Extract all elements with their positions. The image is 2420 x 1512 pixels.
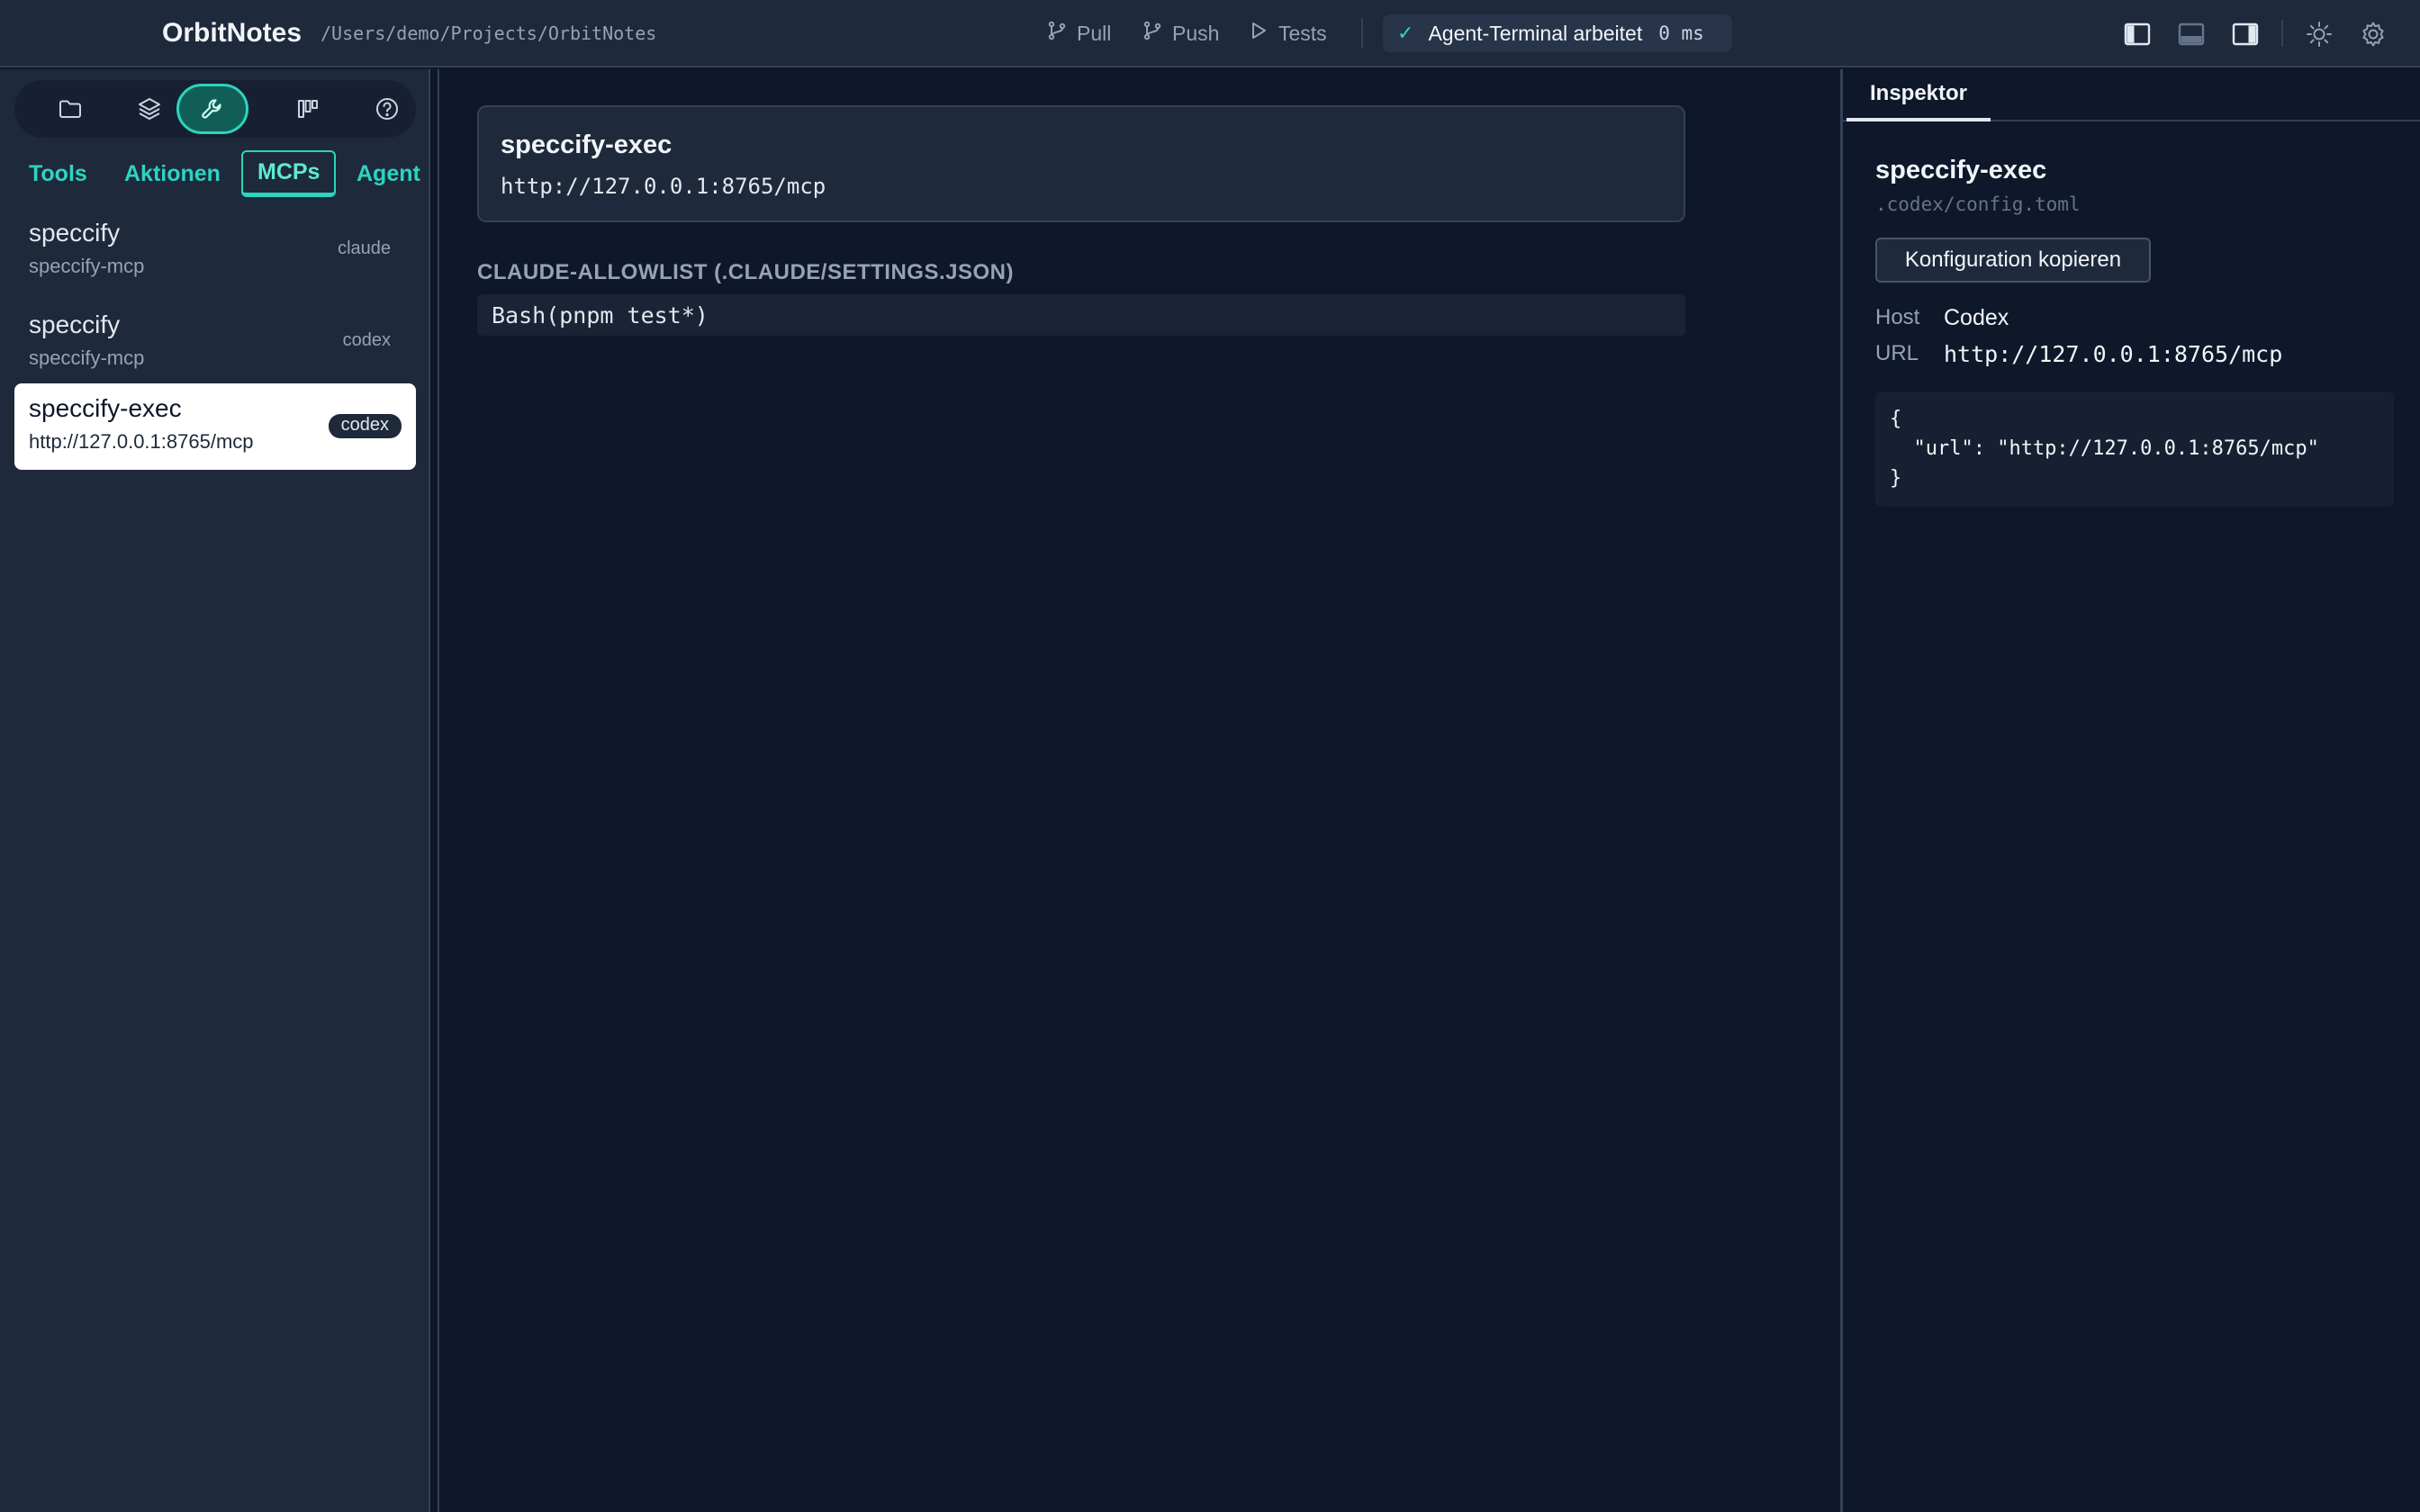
tests-button[interactable]: Tests: [1248, 18, 1327, 49]
sidebar-subtabs: Tools Aktionen MCPs Agent: [14, 150, 429, 201]
url-value: http://127.0.0.1:8765/mcp: [1944, 341, 2283, 367]
check-icon: ✓: [1397, 22, 1414, 44]
inspector-title: speccify-exec: [1875, 156, 2047, 184]
agent-status-label: Agent-Terminal arbeitet: [1428, 21, 1643, 45]
agent-status-duration: 0 ms: [1658, 22, 1704, 44]
git-branch-icon: [1142, 20, 1163, 47]
app-title: OrbitNotes: [162, 18, 302, 48]
list-item-selected[interactable]: speccify-exec http://127.0.0.1:8765/mcp …: [14, 383, 416, 470]
config-json-block: { "url": "http://127.0.0.1:8765/mcp"}: [1875, 392, 2394, 507]
toolbar-divider: [2281, 20, 2283, 47]
host-value: Codex: [1944, 305, 2009, 330]
host-badge: codex: [328, 414, 402, 438]
git-branch-icon: [1046, 20, 1068, 47]
server-name: speccify-exec: [501, 130, 673, 159]
toolbar-divider: [1361, 18, 1363, 49]
push-button[interactable]: Push: [1142, 18, 1219, 49]
server-card: speccify-exec http://127.0.0.1:8765/mcp: [477, 105, 1685, 222]
play-icon: [1248, 20, 1269, 47]
allowlist-entry: Bash(pnpm test*): [477, 294, 1685, 336]
server-url: http://127.0.0.1:8765/mcp: [501, 174, 826, 199]
tab-tools[interactable]: Tools: [14, 150, 102, 197]
wrench-icon[interactable]: [176, 84, 248, 134]
pull-button[interactable]: Pull: [1046, 18, 1111, 49]
layout-bottom-panel-icon[interactable]: [2177, 20, 2206, 49]
top-bar: OrbitNotes /Users/demo/Projects/OrbitNot…: [0, 0, 2420, 68]
host-badge: claude: [338, 238, 391, 258]
layers-icon[interactable]: [113, 84, 185, 134]
tab-mcps[interactable]: MCPs: [241, 150, 337, 197]
host-badge: codex: [342, 330, 391, 350]
tab-aktionen[interactable]: Aktionen: [110, 150, 235, 197]
url-label: URL: [1875, 341, 1919, 365]
list-item[interactable]: speccify speccify-mcp codex: [14, 300, 416, 386]
mcp-item-command: speccify-mcp: [29, 346, 145, 369]
agent-status-indicator[interactable]: ✓ Agent-Terminal arbeitet 0 ms: [1383, 14, 1732, 52]
mcp-item-command: speccify-mcp: [29, 255, 145, 277]
layout-left-panel-icon[interactable]: [2123, 20, 2152, 49]
kanban-icon[interactable]: [272, 84, 344, 134]
sidebar-icon-rail: [14, 80, 416, 138]
gear-icon[interactable]: [2359, 20, 2388, 49]
project-path: /Users/demo/Projects/OrbitNotes: [321, 22, 657, 44]
sidebar: Tools Aktionen MCPs Agent speccify specc…: [0, 69, 430, 1512]
tab-inspektor[interactable]: Inspektor: [1847, 69, 1991, 122]
sun-icon[interactable]: [2305, 20, 2334, 49]
json-line: }: [1890, 467, 1902, 490]
copy-config-button[interactable]: Konfiguration kopieren: [1875, 238, 2151, 283]
mcp-item-name: speccify: [29, 219, 121, 247]
list-item[interactable]: speccify speccify-mcp claude: [14, 208, 416, 294]
host-label: Host: [1875, 305, 1920, 329]
pull-label: Pull: [1077, 21, 1112, 45]
tab-agent[interactable]: Agent: [342, 150, 435, 197]
push-label: Push: [1172, 21, 1220, 45]
allowlist-heading: CLAUDE-ALLOWLIST (.CLAUDE/SETTINGS.JSON): [477, 260, 1014, 284]
mcp-item-url: http://127.0.0.1:8765/mcp: [29, 430, 254, 453]
main-content: speccify-exec http://127.0.0.1:8765/mcp …: [438, 69, 1840, 1512]
tests-label: Tests: [1278, 21, 1327, 45]
json-line: {: [1890, 408, 1902, 430]
folder-icon[interactable]: [34, 84, 106, 134]
json-line: "url": "http://127.0.0.1:8765/mcp": [1890, 437, 2319, 460]
inspector-tabbar: Inspektor: [1843, 69, 2420, 122]
help-icon[interactable]: [351, 84, 423, 134]
mcp-item-name: speccify: [29, 310, 121, 338]
inspector-panel: Inspektor speccify-exec .codex/config.to…: [1840, 69, 2420, 1512]
layout-right-panel-icon[interactable]: [2231, 20, 2260, 49]
config-path: .codex/config.toml: [1875, 194, 2081, 215]
mcp-item-name: speccify-exec: [29, 394, 182, 422]
